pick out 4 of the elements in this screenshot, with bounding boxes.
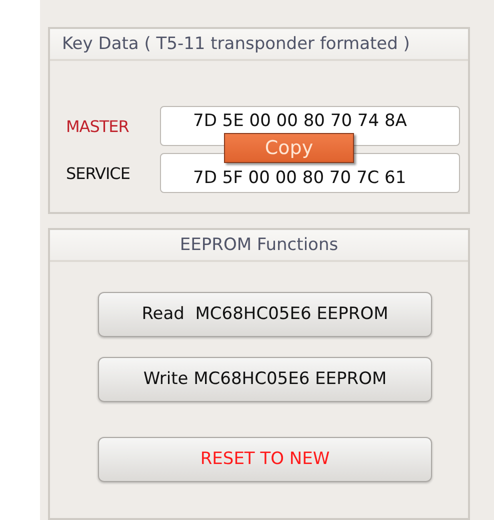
field-label: SERVICE xyxy=(66,164,131,182)
field-label: MASTER xyxy=(66,116,130,136)
panel-title: Key Data ( T5-11 transponder formated ) xyxy=(62,34,410,54)
panel-title: EEPROM Functions xyxy=(180,234,338,255)
